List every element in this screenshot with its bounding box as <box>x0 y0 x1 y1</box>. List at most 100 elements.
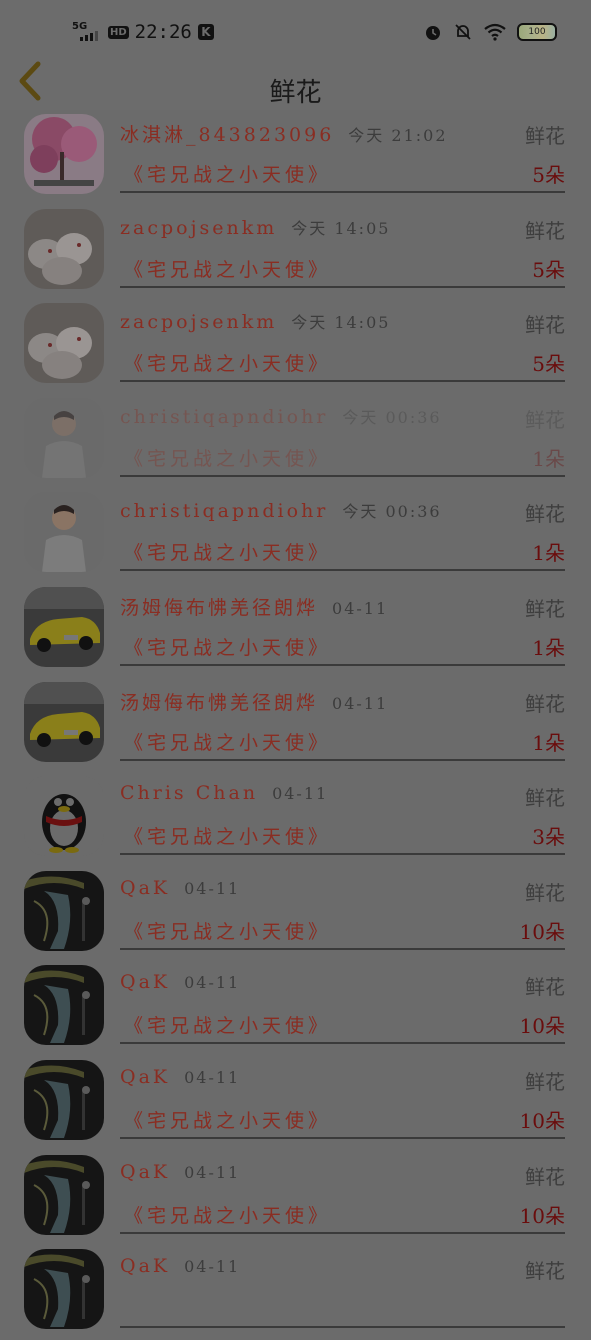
sender-name-text: zacpojsenkm <box>120 311 278 334</box>
sender-name: QaK 04-11 <box>120 971 240 993</box>
list-item[interactable]: 汤姆侮布怫羌径朗烨 04-11 鲜花 《宅兄战之小天使》 1朵 <box>0 583 591 678</box>
divider <box>120 474 565 477</box>
gift-type: 鲜花 <box>525 596 565 621</box>
sender-name-text: zacpojsenkm <box>120 216 278 239</box>
avatar[interactable] <box>24 303 104 384</box>
alarm-icon <box>426 26 440 40</box>
list-item[interactable]: 汤姆侮布怫羌径朗烨 04-11 鲜花 《宅兄战之小天使》 1朵 <box>0 678 591 773</box>
avatar[interactable] <box>24 776 104 857</box>
gift-type: 鲜花 <box>525 975 565 1000</box>
gift-target: 《宅兄战之小天使》 <box>124 826 332 849</box>
list-item[interactable]: Chris Chan 04-11 鲜花 《宅兄战之小天使》 3朵 <box>0 772 591 867</box>
list-item[interactable]: QaK 04-11 鲜花 <box>0 1245 591 1340</box>
divider <box>120 947 565 950</box>
list-item[interactable]: QaK 04-11 鲜花 《宅兄战之小天使》 10朵 <box>0 867 591 962</box>
sender-name: christiqapndiohr 今天 00:36 <box>120 404 442 428</box>
mute-bell-icon <box>455 24 471 40</box>
sender-name-text: christiqapndiohr <box>120 500 329 523</box>
gift-record-list: 冰淇淋_843823096 今天 21:02 鲜花 《宅兄战之小天使》 5朵 zacpoj… <box>0 110 591 1340</box>
app-notification-icon: K <box>197 24 214 40</box>
timestamp: 今天 21:02 <box>348 126 448 145</box>
avatar[interactable] <box>24 965 104 1046</box>
divider <box>120 380 565 383</box>
timestamp: 04-11 <box>184 1257 241 1277</box>
gift-quantity: 5朵 <box>532 257 565 282</box>
avatar[interactable] <box>24 681 104 762</box>
status-bar: 5G HD 22:26 K 100 <box>0 0 591 60</box>
avatar[interactable] <box>24 208 104 289</box>
list-item[interactable]: zacpojsenkm 今天 14:05 鲜花 《宅兄战之小天使》 5朵 <box>0 299 591 394</box>
gift-target: 《宅兄战之小天使》 <box>124 542 332 565</box>
clock: 22:26 <box>134 21 192 43</box>
gift-quantity: 10朵 <box>519 1014 565 1039</box>
sender-name: zacpojsenkm 今天 14:05 <box>120 215 390 239</box>
gift-quantity: 1朵 <box>532 446 565 471</box>
avatar[interactable] <box>24 114 104 194</box>
gift-quantity: 10朵 <box>519 1203 565 1228</box>
sender-name-text: QaK <box>120 971 171 994</box>
gift-type: 鲜花 <box>525 1069 565 1094</box>
divider <box>120 1136 565 1139</box>
gift-quantity: 5朵 <box>532 163 565 187</box>
divider <box>120 663 565 666</box>
divider <box>120 1231 565 1234</box>
gift-quantity: 1朵 <box>532 730 565 755</box>
gift-target: 《宅兄战之小天使》 <box>124 1204 332 1227</box>
page-title: 鲜花 <box>269 78 322 108</box>
nav-bar: 鲜花 <box>0 60 591 110</box>
sender-name-text: QaK <box>120 1065 171 1088</box>
divider <box>120 191 565 193</box>
battery-icon: 100 <box>517 23 557 41</box>
divider <box>120 1326 565 1329</box>
gift-target: 《宅兄战之小天使》 <box>124 447 332 470</box>
avatar[interactable] <box>24 492 104 573</box>
sender-name-text: 冰淇淋_843823096 <box>120 124 335 146</box>
avatar[interactable] <box>24 1059 104 1140</box>
timestamp: 04-11 <box>272 784 329 804</box>
timestamp: 04-11 <box>184 1067 241 1087</box>
gift-target: 《宅兄战之小天使》 <box>124 1015 332 1038</box>
avatar[interactable] <box>24 1154 104 1235</box>
gift-type: 鲜花 <box>525 786 565 811</box>
sender-name-text: QaK <box>120 1255 171 1278</box>
gift-quantity: 10朵 <box>519 1108 565 1133</box>
sender-name-text: 汤姆侮布怫羌径朗烨 <box>120 691 319 714</box>
signal-icon: 5G <box>72 21 102 43</box>
list-item[interactable]: zacpojsenkm 今天 14:05 鲜花 《宅兄战之小天使》 5朵 <box>0 205 591 300</box>
timestamp: 04-11 <box>184 878 241 898</box>
timestamp: 今天 14:05 <box>291 218 391 238</box>
sender-name: Chris Chan 04-11 <box>120 782 328 804</box>
sender-name: 汤姆侮布怫羌径朗烨 04-11 <box>120 593 388 620</box>
sender-name: christiqapndiohr 今天 00:36 <box>120 498 442 522</box>
gift-target: 《宅兄战之小天使》 <box>124 920 332 943</box>
list-item[interactable]: QaK 04-11 鲜花《宅兄战之小天使》 10朵 <box>0 1056 591 1151</box>
gift-quantity: 1朵 <box>532 541 565 566</box>
list-item[interactable]: 冰淇淋_843823096 今天 21:02 鲜花 《宅兄战之小天使》 5朵 <box>0 110 591 205</box>
timestamp: 今天 14:05 <box>291 313 391 333</box>
sender-name: QaK 04-11 <box>120 1255 240 1277</box>
divider <box>120 569 565 572</box>
gift-target: 《宅兄战之小天使》 <box>124 1109 332 1132</box>
sender-name-text: 汤姆侮布怫羌径朗烨 <box>120 596 319 619</box>
divider <box>120 1042 565 1045</box>
sender-name-text: QaK <box>120 1160 171 1183</box>
avatar[interactable] <box>24 1249 104 1330</box>
list-item[interactable]: christiqapndiohr 今天 00:36 鲜花 《宅兄战之小天使》 1朵 <box>0 394 591 489</box>
sender-name-text: christiqapndiohr <box>120 405 329 428</box>
divider <box>120 853 565 856</box>
gift-quantity: 10朵 <box>519 919 565 944</box>
list-item[interactable]: christiqapndiohr 今天 00:36 鲜花《宅兄战之小天使》 1朵 <box>0 488 591 583</box>
avatar[interactable] <box>24 870 104 951</box>
list-item[interactable]: QaK 04-11 鲜花《宅兄战之小天使》 10朵 <box>0 961 591 1056</box>
gift-type: 鲜花 <box>525 1164 565 1189</box>
list-item[interactable]: QaK 04-11 鲜花 《宅兄战之小天使》 10朵 <box>0 1151 591 1246</box>
gift-type: 鲜花 <box>525 502 565 527</box>
avatar[interactable] <box>24 586 104 667</box>
avatar[interactable] <box>24 397 104 478</box>
timestamp: 04-11 <box>332 693 389 713</box>
sender-name: 汤姆侮布怫羌径朗烨 04-11 <box>120 688 388 715</box>
gift-type: 鲜花 <box>525 691 565 716</box>
gift-type: 鲜花 <box>525 218 565 243</box>
timestamp: 04-11 <box>184 973 241 993</box>
gift-quantity: 5朵 <box>532 352 565 377</box>
